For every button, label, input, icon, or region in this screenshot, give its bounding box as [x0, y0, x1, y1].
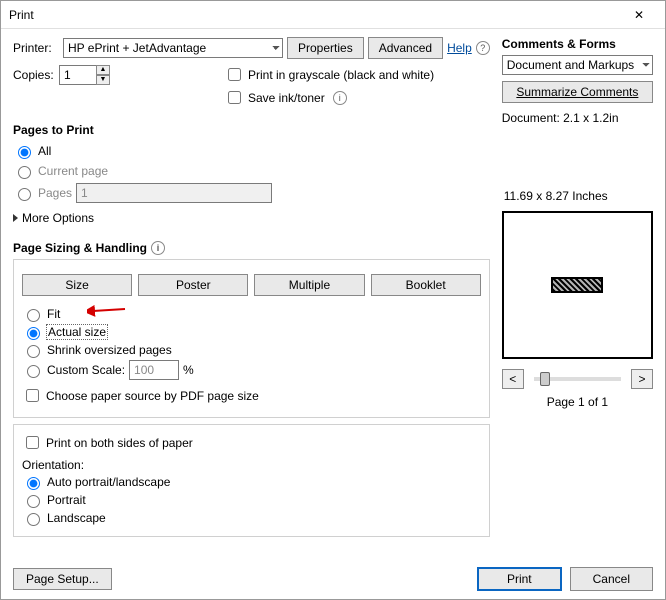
close-icon: ✕: [634, 8, 644, 22]
custom-scale-pct: %: [183, 363, 194, 377]
save-ink-label: Save ink/toner: [248, 91, 325, 105]
page-slider[interactable]: [534, 377, 621, 381]
comments-forms-title: Comments & Forms: [502, 37, 653, 51]
radio-pages-label: Pages: [38, 186, 72, 200]
chevron-left-icon: <: [509, 372, 516, 386]
orientation-title: Orientation:: [22, 458, 481, 472]
preview-thumbnail: [551, 277, 603, 293]
custom-scale-input[interactable]: [129, 360, 179, 380]
printer-select[interactable]: HP ePrint + JetAdvantage: [63, 38, 283, 58]
both-sides-checkbox[interactable]: [26, 436, 39, 449]
radio-landscape[interactable]: [27, 513, 40, 526]
window-title: Print: [9, 8, 621, 22]
pages-to-print-title: Pages to Print: [13, 123, 490, 137]
comments-forms-select[interactable]: Document and Markups: [502, 55, 653, 75]
help-link[interactable]: Help: [447, 41, 472, 55]
sizing-panel: Size Poster Multiple Booklet Fit Actual …: [13, 259, 490, 418]
radio-actual-size-label: Actual size: [47, 325, 107, 339]
copies-spin-down[interactable]: ▼: [96, 75, 110, 85]
triangle-right-icon: [13, 214, 18, 222]
duplex-panel: Print on both sides of paper Orientation…: [13, 424, 490, 537]
grayscale-checkbox[interactable]: [228, 68, 241, 81]
next-page-button[interactable]: >: [631, 369, 653, 389]
help-icon[interactable]: ?: [476, 41, 490, 55]
button-bar: Page Setup... Print Cancel: [1, 559, 665, 599]
copies-spin-up[interactable]: ▲: [96, 65, 110, 75]
cancel-button[interactable]: Cancel: [570, 567, 653, 591]
choose-paper-label: Choose paper source by PDF page size: [46, 389, 259, 403]
properties-button[interactable]: Properties: [287, 37, 364, 59]
radio-custom-scale[interactable]: [27, 365, 40, 378]
document-dimensions: Document: 2.1 x 1.2in: [502, 111, 653, 125]
radio-current[interactable]: [18, 166, 31, 179]
copies-label: Copies:: [13, 68, 59, 82]
save-ink-checkbox[interactable]: [228, 91, 241, 104]
copies-spinner: ▲ ▼: [96, 65, 110, 85]
sizing-title-row: Page Sizing & Handling i: [13, 241, 490, 255]
radio-all-label: All: [38, 144, 51, 158]
slider-thumb[interactable]: [540, 372, 550, 386]
radio-custom-scale-label: Custom Scale:: [47, 363, 125, 377]
radio-fit-label: Fit: [47, 307, 60, 321]
close-button[interactable]: ✕: [621, 3, 657, 27]
prev-page-button[interactable]: <: [502, 369, 524, 389]
grayscale-label: Print in grayscale (black and white): [248, 68, 434, 82]
chevron-right-icon: >: [638, 372, 645, 386]
preview-box: [502, 211, 653, 359]
radio-shrink[interactable]: [27, 345, 40, 358]
printer-label: Printer:: [13, 41, 59, 55]
multiple-button[interactable]: Multiple: [254, 274, 364, 296]
more-options-toggle[interactable]: More Options: [13, 211, 490, 225]
advanced-button[interactable]: Advanced: [368, 37, 443, 59]
poster-button[interactable]: Poster: [138, 274, 248, 296]
copies-input[interactable]: [59, 65, 97, 85]
size-button[interactable]: Size: [22, 274, 132, 296]
radio-current-label: Current page: [38, 164, 108, 178]
booklet-button[interactable]: Booklet: [371, 274, 481, 296]
radio-pages[interactable]: [18, 188, 31, 201]
radio-portrait-label: Portrait: [47, 493, 86, 507]
right-column: Comments & Forms Document and Markups Su…: [502, 37, 653, 559]
both-sides-label: Print on both sides of paper: [46, 436, 193, 450]
radio-portrait[interactable]: [27, 495, 40, 508]
summarize-comments-button[interactable]: Summarize Comments: [502, 81, 653, 103]
left-column: Printer: HP ePrint + JetAdvantage Proper…: [13, 37, 490, 559]
radio-fit[interactable]: [27, 309, 40, 322]
print-dialog: Print ✕ Printer: HP ePrint + JetAdvantag…: [0, 0, 666, 600]
info-icon[interactable]: i: [333, 91, 347, 105]
page-setup-button[interactable]: Page Setup...: [13, 568, 112, 590]
more-options-label: More Options: [22, 211, 94, 225]
titlebar: Print ✕: [1, 1, 665, 29]
print-button[interactable]: Print: [477, 567, 562, 591]
radio-shrink-label: Shrink oversized pages: [47, 343, 172, 357]
radio-auto-orient-label: Auto portrait/landscape: [47, 475, 170, 489]
sizing-title: Page Sizing & Handling: [13, 241, 147, 255]
radio-all[interactable]: [18, 146, 31, 159]
radio-actual-size[interactable]: [27, 327, 40, 340]
radio-landscape-label: Landscape: [47, 511, 106, 525]
pages-input[interactable]: [76, 183, 272, 203]
radio-auto-orient[interactable]: [27, 477, 40, 490]
page-dimensions: 11.69 x 8.27 Inches: [504, 189, 653, 203]
sizing-info-icon[interactable]: i: [151, 241, 165, 255]
choose-paper-checkbox[interactable]: [26, 389, 39, 402]
page-indicator: Page 1 of 1: [502, 395, 653, 409]
